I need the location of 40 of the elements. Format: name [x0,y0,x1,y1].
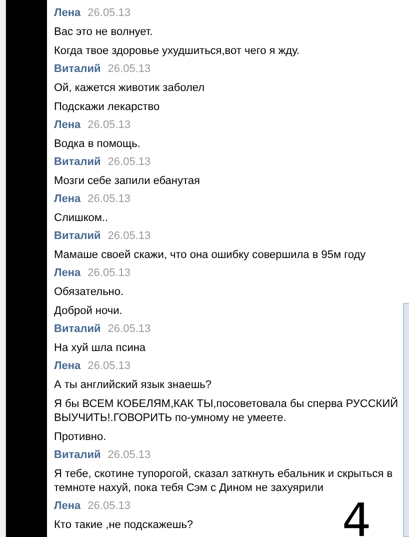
message-text: Мамаше своей скажи, что она ошибку совершила в 95м году [54,248,366,262]
message-text: Я тебе, скотине тупорогой, сказал заткнуть ебальник и скрыться в темноте нахуй, пока тебя Сэм с Дином не захуярили [54,466,394,496]
author-name[interactable]: Лена [54,267,81,279]
message-text: Слишком.. [54,210,108,226]
message-text: Обязательно. [54,284,124,300]
author-name[interactable]: Лена [54,119,81,131]
message-date: 26.05.13 [88,119,130,131]
message-text: Подскажи лекарство [54,100,160,114]
message-text: На хуй шла псина [54,340,146,356]
author-name[interactable]: Лена [54,360,81,372]
author-name[interactable]: Лена [54,193,81,205]
message-text: Когда твое здоровье ухудшиться,вот чего я жду. [54,44,300,58]
message-date: 26.05.13 [88,7,130,19]
message-date: 26.05.13 [88,500,130,512]
scrollbar[interactable] [403,303,409,537]
author-name[interactable]: Виталий [54,323,101,335]
message-date: 26.05.13 [88,267,130,279]
author-name[interactable]: Лена [54,500,81,512]
author-name[interactable]: Виталий [54,449,101,461]
message-text: Водка в помощь. [54,136,140,152]
message-text: Ой, кажется животик заболел [54,80,205,96]
message-text: Я бы ВСЕМ КОБЕЛЯМ,КАК ТЫ,посоветовала бы сперва РУССКИЙ ВЫУЧИТЬ!.ГОВОРИТЬ по-умному не умеете. [54,396,400,426]
message-text: Мозги себе запили ебанутая [54,174,200,188]
message-date: 26.05.13 [88,360,130,372]
message-text: Вас это не волнует. [54,24,153,40]
message-date: 26.05.13 [88,193,130,205]
message-text: Доброй ночи. [54,304,122,318]
author-name[interactable]: Виталий [54,230,101,242]
message-date: 26.05.13 [108,230,151,242]
message-date: 26.05.13 [108,156,151,168]
message-text: Противно. [54,430,106,444]
handwritten-number: 4 [342,497,372,537]
message-text: А ты английский язык знаешь? [54,378,212,392]
author-name[interactable]: Лена [54,7,81,19]
message-date: 26.05.13 [108,449,151,461]
author-name[interactable]: Виталий [54,63,101,75]
author-name[interactable]: Виталий [54,156,101,168]
message-date: 26.05.13 [108,323,151,335]
message-date: 26.05.13 [108,63,151,75]
message-text: Кто такие ,не подскажешь? [54,518,194,532]
